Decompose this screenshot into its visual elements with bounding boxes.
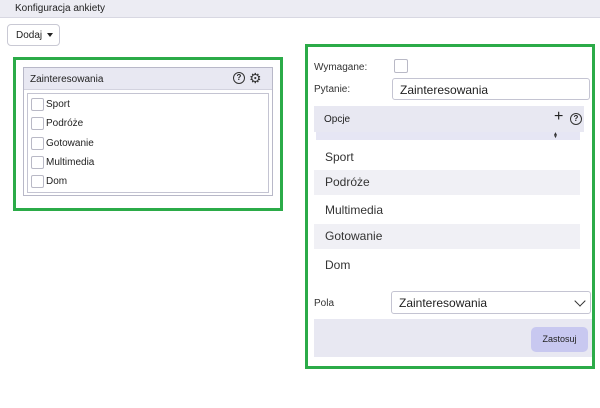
- option-row[interactable]: Multimedia: [314, 198, 580, 223]
- option-checkbox[interactable]: [31, 97, 44, 111]
- option-item[interactable]: Gotowanie: [31, 136, 94, 150]
- question-header: Zainteresowania ? ⚙: [24, 68, 272, 90]
- question-title: Zainteresowania: [30, 74, 104, 85]
- sort-icon[interactable]: ▲ ▼: [553, 132, 558, 140]
- option-checkbox[interactable]: [31, 116, 44, 130]
- option-item[interactable]: Multimedia: [31, 155, 94, 169]
- option-label: Sport: [46, 98, 70, 110]
- required-label: Wymagane:: [314, 62, 368, 73]
- field-select[interactable]: Zainteresowania: [391, 291, 591, 314]
- option-row[interactable]: Podróże: [314, 170, 580, 195]
- window-titlebar: Konfiguracja ankiety: [0, 0, 600, 18]
- options-list-header: [316, 132, 580, 140]
- help-icon[interactable]: ?: [570, 113, 582, 125]
- help-icon[interactable]: ?: [233, 72, 245, 84]
- option-row[interactable]: Sport: [314, 145, 580, 170]
- field-label: Pola: [314, 298, 335, 309]
- options-header-label: Opcje: [324, 114, 351, 125]
- question-editor-panel: Wymagane: Pytanie: Zainteresowania Opcje…: [305, 44, 595, 369]
- option-checkbox[interactable]: [31, 174, 44, 188]
- survey-preview-panel: Zainteresowania ? ⚙ Sport Podróże Gotowa…: [13, 57, 283, 211]
- options-header: Opcje + ?: [314, 106, 584, 132]
- required-checkbox[interactable]: [394, 59, 408, 73]
- option-row[interactable]: Dom: [314, 253, 580, 278]
- editor-footer: Zastosuj: [314, 319, 592, 357]
- option-item[interactable]: Dom: [31, 174, 67, 188]
- option-label: Podróże: [46, 117, 84, 129]
- plus-icon[interactable]: +: [554, 109, 563, 125]
- question-label: Pytanie:: [314, 84, 351, 95]
- add-dropdown-button[interactable]: Dodaj: [7, 24, 60, 46]
- add-button-label: Dodaj: [16, 29, 43, 41]
- option-label: Dom: [46, 175, 68, 187]
- option-row[interactable]: Gotowanie: [314, 224, 580, 249]
- option-item[interactable]: Sport: [31, 97, 70, 111]
- caret-down-icon: [47, 33, 54, 37]
- option-checkbox[interactable]: [31, 136, 44, 150]
- survey-question-card: Zainteresowania ? ⚙ Sport Podróże Gotowa…: [23, 67, 273, 196]
- option-checkbox[interactable]: [31, 155, 44, 169]
- options-list: Sport Podróże Gotowanie Multimedia Dom: [27, 93, 269, 193]
- chevron-down-icon: [574, 295, 586, 307]
- option-label: Multimedia: [46, 156, 95, 168]
- apply-button[interactable]: Zastosuj: [531, 327, 588, 352]
- option-label: Gotowanie: [46, 137, 94, 149]
- question-input[interactable]: Zainteresowania: [392, 78, 590, 100]
- field-select-value: Zainteresowania: [399, 296, 488, 310]
- option-item[interactable]: Podróże: [31, 116, 83, 130]
- window-title: Konfiguracja ankiety: [15, 3, 106, 14]
- gear-icon[interactable]: ⚙: [249, 71, 262, 85]
